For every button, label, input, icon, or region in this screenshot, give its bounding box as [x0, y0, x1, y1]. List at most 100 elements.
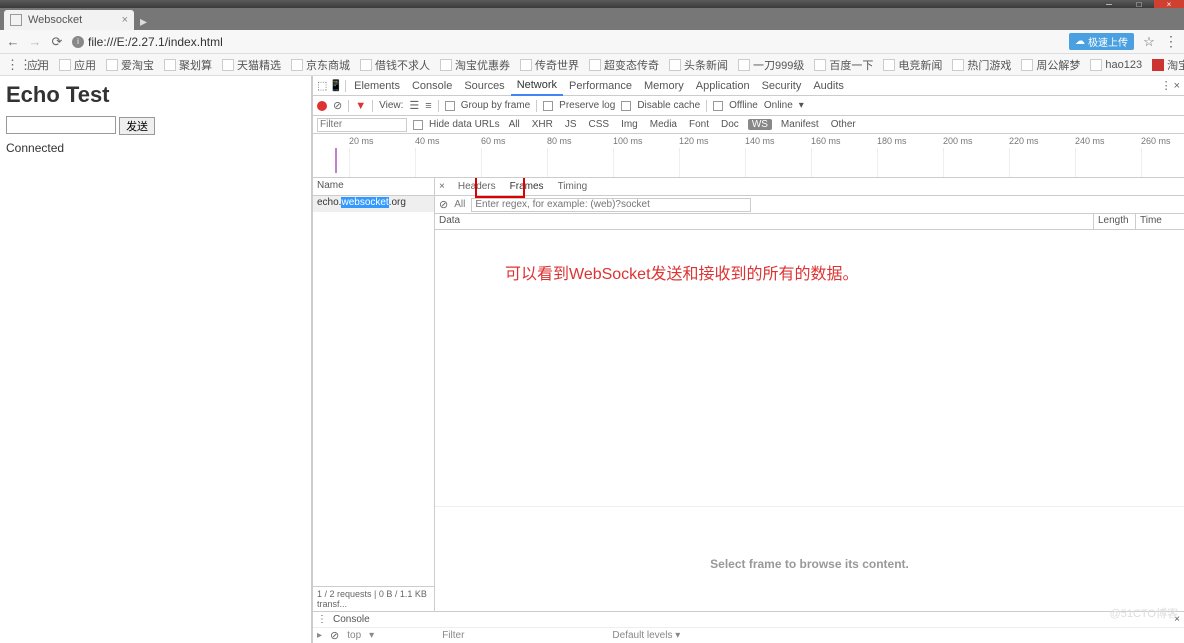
- col-length[interactable]: Length: [1094, 214, 1136, 229]
- upload-badge[interactable]: ☁ 极速上传: [1069, 33, 1134, 50]
- filter-type-img[interactable]: Img: [618, 119, 641, 130]
- console-expand-icon[interactable]: ⋮: [317, 614, 327, 625]
- bookmark-item[interactable]: 淘宝优惠券: [437, 57, 513, 73]
- bookmark-item[interactable]: 热门游戏: [949, 57, 1014, 73]
- devtools-tab-application[interactable]: Application: [690, 76, 756, 96]
- filter-type-manifest[interactable]: Manifest: [778, 119, 822, 130]
- devtools-tab-audits[interactable]: Audits: [807, 76, 850, 96]
- browser-tab[interactable]: Websocket ×: [4, 10, 134, 30]
- filter-type-css[interactable]: CSS: [586, 119, 613, 130]
- console-sidebar-icon[interactable]: ▸: [317, 630, 322, 641]
- bookmark-item[interactable]: 天猫精选: [219, 57, 284, 73]
- filter-input[interactable]: [317, 118, 407, 132]
- devtools-tab-memory[interactable]: Memory: [638, 76, 690, 96]
- new-tab-button[interactable]: ▸: [134, 13, 153, 30]
- devtools-tab-performance[interactable]: Performance: [563, 76, 638, 96]
- frames-all-filter[interactable]: All: [454, 199, 465, 210]
- filter-type-doc[interactable]: Doc: [718, 119, 742, 130]
- site-info-icon[interactable]: i: [72, 36, 84, 48]
- bookmark-item[interactable]: 周公解梦: [1018, 57, 1083, 73]
- star-icon[interactable]: ☆: [1142, 34, 1156, 50]
- tab-headers[interactable]: Headers: [453, 178, 501, 196]
- filter-type-font[interactable]: Font: [686, 119, 712, 130]
- bookmark-item[interactable]: 超变态传奇: [586, 57, 662, 73]
- network-timeline[interactable]: 20 ms40 ms60 ms80 ms100 ms120 ms140 ms16…: [313, 134, 1184, 178]
- apps-icon[interactable]: ⋮⋮⋮: [6, 57, 20, 73]
- message-input[interactable]: [6, 116, 116, 134]
- bookmark-favicon-icon: [1152, 59, 1164, 71]
- back-icon[interactable]: ←: [6, 34, 20, 49]
- devtools-menu-icon[interactable]: ⋮: [1161, 79, 1172, 92]
- devtools-tab-console[interactable]: Console: [406, 76, 458, 96]
- tab-close-icon[interactable]: ×: [122, 14, 128, 26]
- bookmark-item[interactable]: 传奇世界: [517, 57, 582, 73]
- disable-cache-checkbox[interactable]: [621, 101, 631, 111]
- bookmark-item[interactable]: hao123: [1087, 57, 1145, 73]
- filter-type-js[interactable]: JS: [562, 119, 580, 130]
- url-field[interactable]: i file:///E:/2.27.1/index.html: [72, 35, 1061, 49]
- filter-type-xhr[interactable]: XHR: [529, 119, 556, 130]
- bookmark-item[interactable]: 京东商城: [288, 57, 353, 73]
- timeline-tick: 100 ms: [613, 136, 643, 146]
- context-select[interactable]: top: [347, 630, 361, 641]
- bookmark-item[interactable]: 百度一下: [811, 57, 876, 73]
- bookmark-item[interactable]: 头条新闻: [666, 57, 731, 73]
- filter-toggle-icon[interactable]: ▼: [355, 100, 366, 112]
- bookmark-item[interactable]: 电竞新闻: [880, 57, 945, 73]
- timeline-tick: 200 ms: [943, 136, 973, 146]
- reload-icon[interactable]: ⟳: [50, 34, 64, 50]
- menu-icon[interactable]: ⋮: [1164, 33, 1178, 50]
- bookmark-apps[interactable]: 应用: [24, 57, 52, 73]
- record-button[interactable]: [317, 101, 327, 111]
- timeline-tick: 60 ms: [481, 136, 506, 146]
- timeline-tick: 120 ms: [679, 136, 709, 146]
- devtools-tab-security[interactable]: Security: [756, 76, 808, 96]
- clear-icon[interactable]: ⊘: [333, 99, 342, 112]
- preserve-checkbox[interactable]: [543, 101, 553, 111]
- device-icon[interactable]: 📱: [329, 79, 343, 92]
- view-small-icon[interactable]: ≡: [425, 100, 431, 112]
- filter-type-all[interactable]: All: [506, 119, 523, 130]
- forward-icon[interactable]: →: [28, 34, 42, 49]
- bookmark-item[interactable]: 借钱不求人: [357, 57, 433, 73]
- inspect-icon[interactable]: ⬚: [317, 79, 327, 92]
- request-row[interactable]: echo.websocket.org: [313, 196, 434, 212]
- throttle-select[interactable]: Online: [764, 100, 793, 111]
- tab-frames[interactable]: Frames: [505, 178, 549, 196]
- devtools-tab-network[interactable]: Network: [511, 76, 563, 96]
- bookmark-item[interactable]: 淘宝: [1149, 57, 1184, 73]
- group-checkbox[interactable]: [445, 101, 455, 111]
- view-large-icon[interactable]: ☰: [409, 99, 419, 112]
- hide-dataurls-checkbox[interactable]: [413, 120, 423, 130]
- maximize-button[interactable]: □: [1124, 0, 1154, 8]
- tab-timing[interactable]: Timing: [553, 178, 593, 196]
- bookmark-item[interactable]: 一刀999级: [735, 57, 807, 73]
- devtools-close-icon[interactable]: ×: [1174, 80, 1180, 92]
- filter-type-ws[interactable]: WS: [748, 119, 772, 130]
- console-drawer-header[interactable]: ⋮ Console ×: [313, 611, 1184, 627]
- bookmark-item[interactable]: 应用: [56, 57, 99, 73]
- clear-frames-icon[interactable]: ⊘: [439, 198, 448, 211]
- console-levels[interactable]: Default levels ▾: [612, 630, 680, 641]
- minimize-button[interactable]: ─: [1094, 0, 1124, 8]
- bookmark-item[interactable]: 聚划算: [161, 57, 215, 73]
- bookmark-favicon-icon: [59, 59, 71, 71]
- console-filter[interactable]: Filter: [442, 630, 464, 641]
- filter-type-media[interactable]: Media: [647, 119, 680, 130]
- send-button[interactable]: 发送: [119, 117, 155, 135]
- devtools-tab-sources[interactable]: Sources: [458, 76, 510, 96]
- timeline-tick: 20 ms: [349, 136, 374, 146]
- console-clear-icon[interactable]: ⊘: [330, 629, 339, 642]
- offline-checkbox[interactable]: [713, 101, 723, 111]
- col-time[interactable]: Time: [1136, 214, 1184, 229]
- throttle-dropdown-icon[interactable]: ▾: [799, 100, 804, 111]
- close-button[interactable]: ×: [1154, 0, 1184, 8]
- col-data[interactable]: Data: [435, 214, 1094, 229]
- frames-regex-input[interactable]: [471, 198, 751, 212]
- requests-header[interactable]: Name: [313, 178, 434, 196]
- filter-type-other[interactable]: Other: [828, 119, 859, 130]
- bookmark-item[interactable]: 爱淘宝: [103, 57, 157, 73]
- devtools-tab-elements[interactable]: Elements: [348, 76, 406, 96]
- detail-close-icon[interactable]: ×: [439, 181, 445, 192]
- watermark: @51CTO博客: [1110, 605, 1178, 621]
